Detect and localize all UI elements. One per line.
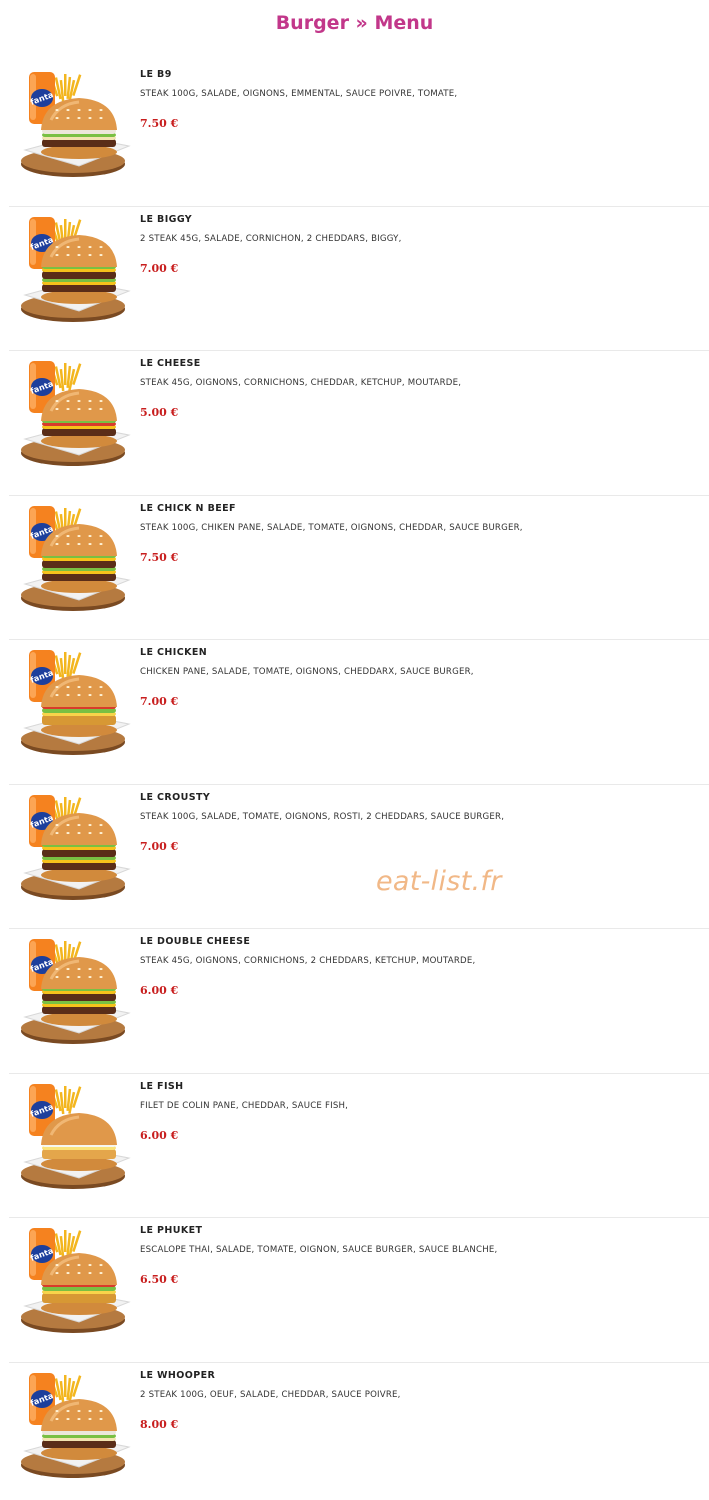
item-description: ESCALOPE THAI, SALADE, TOMATE, OIGNON, S…: [140, 1245, 498, 1255]
item-name: LE DOUBLE CHEESE: [140, 936, 251, 947]
burger-menu-photo: fanta: [17, 1369, 133, 1481]
burger-icon: [41, 98, 117, 159]
item-price: 7.00 €: [140, 261, 179, 275]
item-name: LE FISH: [140, 1080, 184, 1092]
burger-menu-photo: fanta: [17, 502, 133, 614]
menu-item[interactable]: fanta LE CHICK N BEEF STEAK 100G, CHIKEN…: [9, 496, 709, 640]
item-name: LE CHICK N BEEF: [140, 502, 236, 514]
item-price: 6.00 €: [140, 1128, 179, 1142]
item-name: LE PHUKET: [140, 1225, 203, 1236]
item-description: STEAK 100G, SALADE, TOMATE, OIGNONS, ROS…: [140, 811, 505, 822]
item-price: 7.50 €: [140, 117, 179, 130]
item-name: LE CROUSTY: [140, 791, 211, 803]
burger-menu-photo: fanta: [17, 68, 133, 180]
burger-menu-photo: fanta: [17, 646, 133, 758]
item-description: STEAK 45G, OIGNONS, CORNICHONS, CHEDDAR,…: [140, 378, 462, 388]
burger-icon: [41, 523, 117, 593]
page-title: Burger » Menu: [275, 12, 434, 34]
item-description: CHICKEN PANE, SALADE, TOMATE, OIGNONS, C…: [140, 667, 474, 677]
menu-item[interactable]: fanta LE CHICKEN CHICKEN PANE, SALADE, T…: [9, 640, 709, 785]
burger-menu-photo: fanta: [17, 935, 133, 1047]
watermark: eat-list.fr: [376, 866, 502, 897]
burger-icon: [41, 1398, 117, 1460]
item-name: LE B9: [140, 69, 172, 80]
burger-menu-photo: fanta: [17, 1224, 133, 1336]
item-price: 8.00 €: [140, 1417, 179, 1431]
item-description: FILET DE COLIN PANE, CHEDDAR, SAUCE FISH…: [140, 1100, 349, 1111]
menu-item[interactable]: fanta LE PHUKET ESCALOPE THAI, SALADE, T…: [9, 1218, 709, 1363]
menu-item[interactable]: fanta LE FISH FILET DE COLIN PANE, CHEDD…: [9, 1074, 709, 1218]
item-name: LE WHOOPER: [140, 1369, 216, 1381]
menu-list: fanta LE B9 STEAK 100G, SALADE, OIGNONS,…: [9, 62, 709, 1500]
item-description: STEAK 100G, CHIKEN PANE, SALADE, TOMATE,…: [140, 522, 523, 533]
menu-item[interactable]: fanta LE WHOOPER 2 STEAK 100G, OEUF, SAL…: [9, 1363, 709, 1500]
menu-item[interactable]: fanta LE CHEESE STEAK 45G, OIGNONS, CORN…: [9, 351, 709, 496]
item-price: 6.50 €: [140, 1273, 179, 1286]
menu-item[interactable]: fanta LE B9 STEAK 100G, SALADE, OIGNONS,…: [9, 62, 709, 207]
item-description: STEAK 100G, SALADE, OIGNONS, EMMENTAL, S…: [140, 89, 458, 99]
burger-menu-photo: fanta: [17, 213, 133, 325]
item-name: LE CHEESE: [140, 358, 201, 369]
item-name: LE CHICKEN: [140, 647, 208, 658]
item-price: 7.50 €: [140, 550, 179, 564]
burger-menu-photo: fanta: [17, 357, 133, 469]
item-description: STEAK 45G, OIGNONS, CORNICHONS, 2 CHEDDA…: [140, 956, 476, 966]
burger-icon: [41, 957, 117, 1026]
menu-item[interactable]: fanta LE CROUSTY STEAK 100G, SALADE, TOM…: [9, 785, 709, 929]
item-name: LE BIGGY: [140, 213, 193, 225]
burger-icon: [41, 389, 117, 448]
menu-item[interactable]: fanta LE BIGGY 2 STEAK 45G, SALADE, CORN…: [9, 207, 709, 351]
burger-menu-photo: fanta: [17, 1080, 133, 1192]
item-description: 2 STEAK 45G, SALADE, CORNICHON, 2 CHEDDA…: [140, 233, 402, 244]
item-price: 7.00 €: [140, 839, 179, 853]
item-description: 2 STEAK 100G, OEUF, SALADE, CHEDDAR, SAU…: [140, 1389, 401, 1400]
burger-icon: [41, 675, 117, 737]
burger-menu-photo: fanta: [17, 791, 133, 903]
burger-icon: [41, 1253, 117, 1315]
burger-icon: [41, 1112, 117, 1171]
item-price: 5.00 €: [140, 406, 179, 419]
menu-item[interactable]: fanta LE DOUBLE CHEESE STEAK 45G, OIGNON…: [9, 929, 709, 1074]
burger-icon: [41, 234, 117, 304]
item-price: 6.00 €: [140, 984, 179, 997]
item-price: 7.00 €: [140, 695, 179, 708]
burger-icon: [41, 812, 117, 882]
